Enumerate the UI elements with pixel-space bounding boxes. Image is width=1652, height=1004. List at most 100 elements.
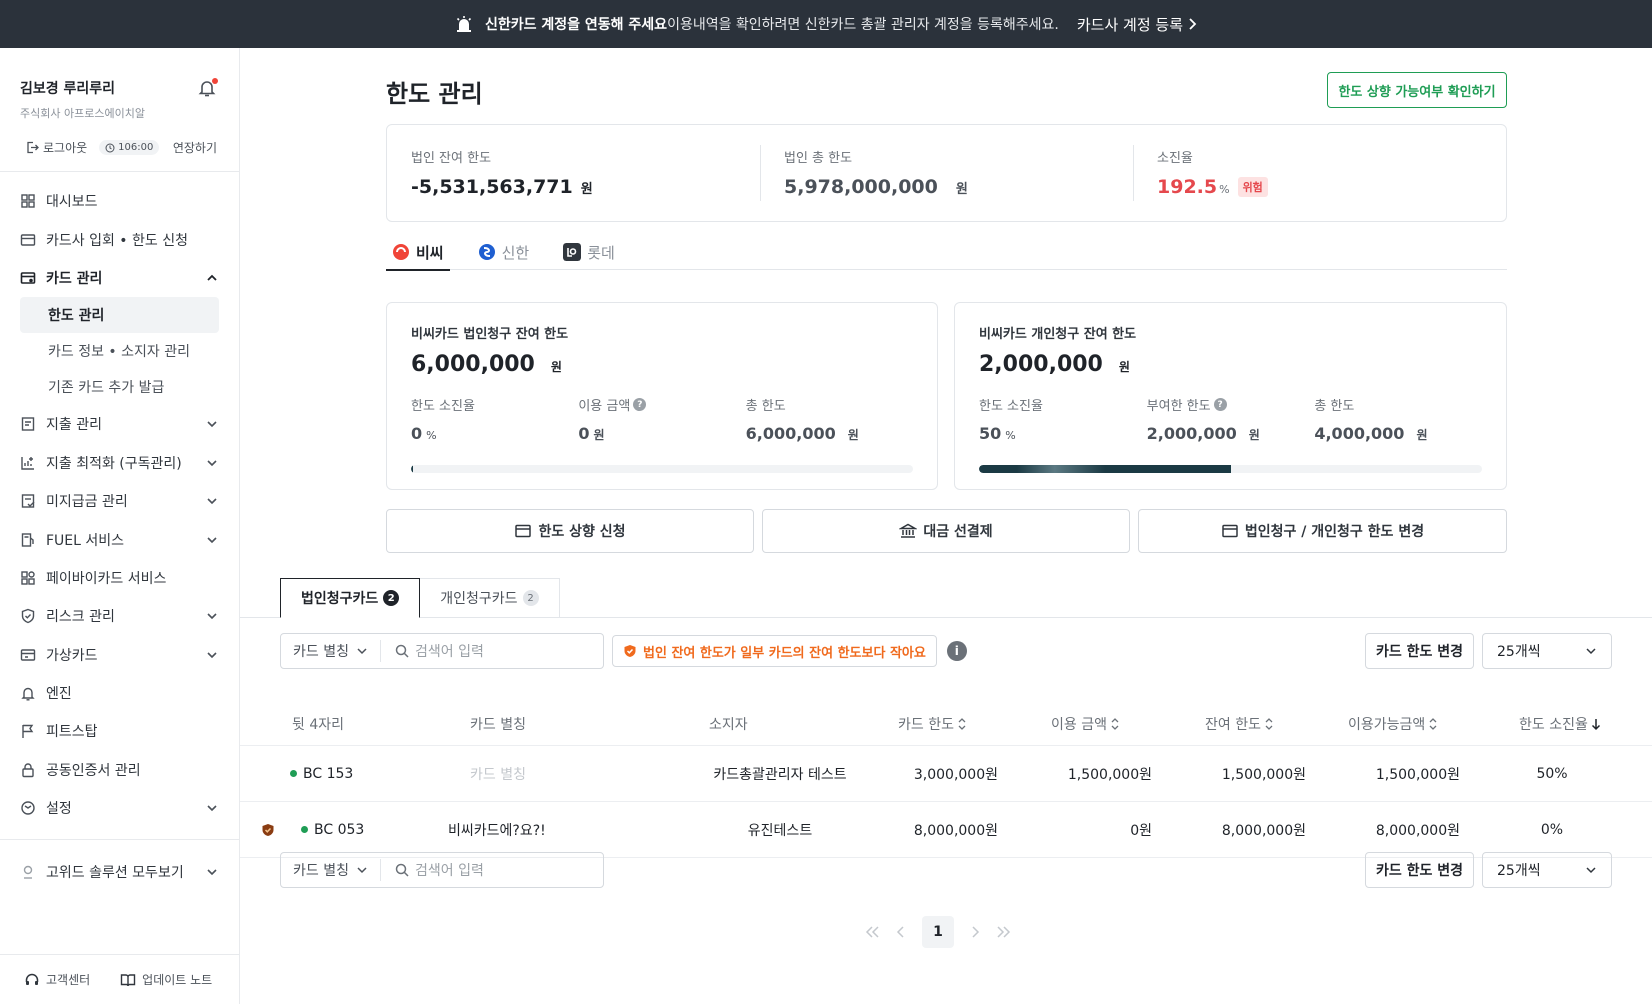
sidebar-item-paybuy[interactable]: 페이바이카드 서비스 (20, 559, 219, 597)
cell-remain: 8,000,000원 (1221, 822, 1306, 839)
bell-outline-icon (21, 687, 35, 701)
search-filter-select[interactable]: 카드 별칭 (281, 859, 381, 881)
chevron-down-icon (1586, 867, 1596, 874)
page-number[interactable]: 1 (922, 916, 954, 948)
chevron-down-icon (207, 498, 217, 505)
gear-icon (21, 801, 35, 815)
usage-rate-value: 192.5 (1157, 176, 1218, 198)
cell-available: 1,500,000원 (1375, 766, 1460, 783)
sidebar-item-risk[interactable]: 리스크 관리 (20, 597, 219, 635)
personal-given-label: 부여한 한도 (1146, 399, 1211, 414)
tab-personal-billing-cards[interactable]: 개인청구카드 2 (420, 578, 560, 618)
update-notes-link[interactable]: 업데이트 노트 (120, 971, 212, 988)
extend-session-button[interactable]: 연장하기 (173, 139, 217, 156)
register-account-link[interactable]: 카드사 계정 등록 (1077, 14, 1197, 35)
sidebar-item-card-issue[interactable]: 기존 카드 추가 발급 (20, 369, 219, 405)
shield-alert-icon (624, 645, 636, 657)
help-icon[interactable]: ? (633, 398, 647, 411)
sidebar-item-cert[interactable]: 공동인증서 관리 (20, 751, 219, 789)
header-card-limit[interactable]: 카드 한도 (898, 714, 967, 734)
headset-icon (25, 973, 39, 985)
search-filter-select[interactable]: 카드 별칭 (281, 640, 381, 662)
shield-warning-icon (261, 823, 275, 837)
sidebar-item-limit-manage[interactable]: 한도 관리 (20, 297, 219, 334)
chevron-up-icon (207, 274, 217, 281)
chevron-down-icon (207, 460, 217, 466)
sidebar-item-dashboard[interactable]: 대시보드 (20, 182, 219, 220)
sidebar-item-card-manage[interactable]: 카드 관리 (20, 259, 219, 297)
cell-used: 0원 (1130, 822, 1152, 839)
cell-used: 1,500,000원 (1067, 766, 1152, 783)
status-dot (301, 826, 308, 833)
sort-icon (1111, 717, 1119, 730)
corp-card-title: 비씨카드 법인청구 잔여 한도 (411, 327, 569, 342)
header-used[interactable]: 이용 금액 (1051, 714, 1120, 734)
cell-card-limit: 8,000,000원 (913, 822, 998, 839)
danger-badge: 위험 (1237, 177, 1268, 197)
last-page-icon[interactable] (996, 925, 1012, 939)
sidebar-item-card-info[interactable]: 카드 정보 • 소지자 관리 (20, 333, 219, 369)
notification-dot (212, 78, 218, 84)
sidebar-item-expense[interactable]: 지출 관리 (20, 405, 219, 443)
tab-lotte[interactable]: 롯데 (557, 234, 621, 270)
sidebar-item-optimize[interactable]: 지출 최적화 (구독관리) (20, 444, 219, 482)
sort-icon (958, 717, 966, 730)
user-name: 김보경 루리루리 (20, 81, 116, 97)
cell-available: 8,000,000원 (1375, 822, 1460, 839)
document-check-icon (21, 494, 35, 508)
lotte-logo-icon (563, 243, 582, 261)
tab-shinhan[interactable]: 신한 (472, 234, 536, 270)
bell-icon[interactable] (197, 78, 218, 98)
corp-billing-limit-card: 비씨카드 법인청구 잔여 한도 6,000,000 원 한도 소진율 0% 이용 … (386, 302, 938, 490)
personal-total-label: 총 한도 (1314, 399, 1355, 414)
corp-limit-summary: 법인 잔여 한도 -5,531,563,771 원 법인 총 한도 5,978,0… (386, 124, 1507, 222)
search-input[interactable]: 검색어 입력 (381, 641, 484, 661)
page-size-select[interactable]: 25개씩 (1482, 633, 1612, 669)
check-limit-raise-button[interactable]: 한도 상향 가능여부 확인하기 (1327, 72, 1507, 108)
sidebar-item-card-join[interactable]: 카드사 입회 • 한도 신청 (20, 220, 219, 258)
first-page-icon[interactable] (864, 925, 880, 939)
corp-rate-value: 0 (411, 424, 423, 443)
logout-button[interactable]: 로그아웃 (26, 139, 87, 156)
header-available[interactable]: 이용가능금액 (1348, 714, 1438, 734)
status-dot (290, 770, 297, 777)
limit-raise-request-button[interactable]: 한도 상향 신청 (386, 509, 754, 553)
header-usage-rate[interactable]: 한도 소진율 (1519, 714, 1601, 734)
sidebar-item-engine[interactable]: 엔진 (20, 674, 219, 712)
prev-page-icon[interactable] (894, 925, 908, 939)
support-link[interactable]: 고객센터 (24, 971, 90, 988)
sidebar-item-unpaid[interactable]: 미지급금 관리 (20, 482, 219, 520)
tab-corp-billing-cards[interactable]: 법인청구카드 2 (280, 578, 421, 618)
search-input[interactable]: 검색어 입력 (381, 860, 484, 880)
help-icon[interactable]: ? (1213, 398, 1227, 411)
billing-type-limit-change-button[interactable]: 법인청구 / 개인청구 한도 변경 (1138, 509, 1507, 553)
sidebar-item-fuel[interactable]: FUEL 서비스 (20, 520, 219, 558)
corp-total-value: 6,000,000 (745, 424, 836, 443)
card-limit-change-button[interactable]: 카드 한도 변경 (1364, 633, 1474, 669)
cell-usage-rate: 50% (1536, 765, 1568, 782)
corp-usage-progress-fill (411, 465, 413, 473)
personal-total-value: 4,000,000 (1314, 424, 1405, 443)
chevron-right-icon (1189, 18, 1197, 30)
table-row[interactable]: BC 053 비씨카드에?요?! 유진테스트 8,000,000원 0원 8,0… (240, 802, 1652, 858)
tab-bc[interactable]: 비씨 (386, 234, 450, 271)
prepay-button[interactable]: 대금 선결제 (762, 509, 1130, 553)
page-size-select[interactable]: 25개씩 (1482, 852, 1612, 888)
banner-text: 이용내역을 확인하려면 신한카드 총괄 관리자 계정을 등록해주세요. (667, 17, 1059, 33)
card-company-tabs: 비씨 신한 롯데 (386, 234, 1507, 271)
table-row[interactable]: BC 153 카드 별칭 카드총괄관리자 테스트 3,000,000원 1,50… (240, 746, 1652, 802)
card-limit-change-button[interactable]: 카드 한도 변경 (1364, 852, 1474, 888)
pagination: 1 (864, 916, 1012, 948)
list-toolbar: 카드 별칭 검색어 입력 법인 잔여 한도가 일부 카드의 잔여 한도보다 작아… (280, 633, 1612, 669)
chevron-down-icon (1586, 648, 1596, 655)
info-icon[interactable]: i (946, 641, 967, 661)
sidebar-item-pitstop[interactable]: 피트스탑 (20, 712, 219, 750)
personal-billing-limit-card: 비씨카드 개인청구 잔여 한도 2,000,000 원 한도 소진율 50% 부여… (954, 302, 1507, 490)
sidebar-item-all-solutions[interactable]: 고위드 솔루션 모두보기 (20, 852, 219, 890)
header-remain[interactable]: 잔여 한도 (1205, 714, 1274, 734)
sidebar-item-virtual[interactable]: 가상카드 (20, 636, 219, 674)
card-icon (1222, 524, 1238, 538)
next-page-icon[interactable] (968, 925, 982, 939)
fuel-icon (21, 532, 34, 547)
sidebar-item-settings[interactable]: 설정 (20, 789, 219, 827)
